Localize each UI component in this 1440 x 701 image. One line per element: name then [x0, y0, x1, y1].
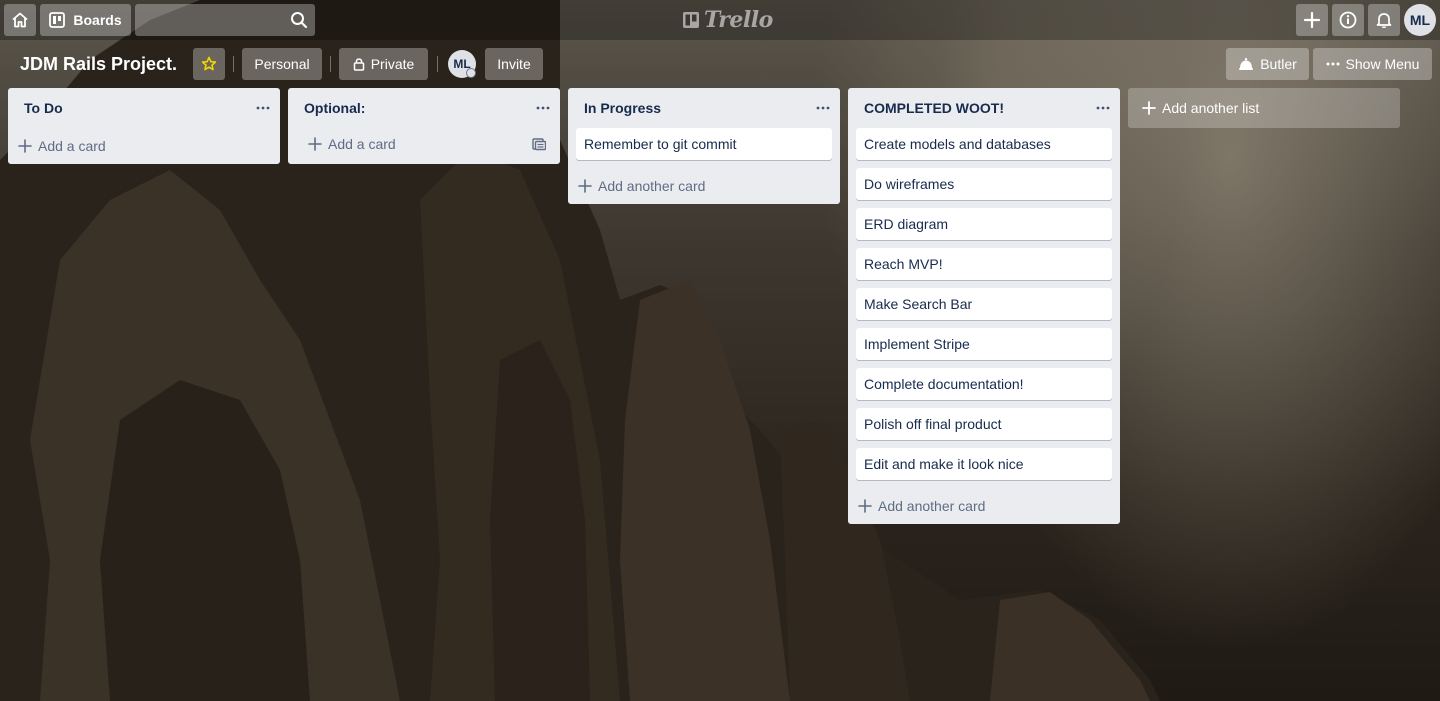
header-divider: [233, 56, 234, 72]
header-divider: [437, 56, 438, 72]
team-button[interactable]: Personal: [242, 48, 322, 80]
search-input[interactable]: [135, 4, 315, 36]
list-header: In Progress: [568, 88, 840, 126]
more-icon[interactable]: [256, 106, 270, 110]
logo-text: Trello: [704, 7, 773, 33]
add-card-button[interactable]: Add another card: [578, 176, 705, 196]
more-icon[interactable]: [816, 106, 830, 110]
top-navbar: Boards Trello ML: [0, 0, 1440, 40]
template-icon[interactable]: [532, 137, 546, 151]
plus-icon: [308, 137, 322, 151]
list-optional: Optional: Add a card: [288, 88, 560, 164]
more-icon[interactable]: [536, 106, 550, 110]
add-card-label: Add another card: [598, 178, 706, 194]
boards-icon: [49, 12, 66, 28]
info-icon: [1339, 11, 1357, 29]
card[interactable]: Make Search Bar: [856, 288, 1112, 320]
add-list-label: Add another list: [1162, 100, 1260, 116]
butler-button[interactable]: Butler: [1226, 48, 1309, 80]
add-card-label: Add a card: [328, 136, 396, 152]
list-title[interactable]: To Do: [24, 100, 63, 116]
show-menu-label: Show Menu: [1345, 56, 1420, 72]
card[interactable]: Remember to git commit: [576, 128, 832, 160]
plus-icon: [858, 499, 872, 513]
card[interactable]: Implement Stripe: [856, 328, 1112, 360]
team-label: Personal: [254, 56, 310, 72]
create-button[interactable]: [1296, 4, 1328, 36]
list-title[interactable]: Optional:: [304, 100, 365, 116]
add-card-label: Add a card: [38, 138, 106, 154]
card[interactable]: Create models and databases: [856, 128, 1112, 160]
list-header: To Do: [8, 88, 280, 126]
plus-icon: [1142, 101, 1156, 115]
more-icon[interactable]: [1096, 106, 1110, 110]
invite-label: Invite: [497, 56, 531, 72]
show-menu-button[interactable]: Show Menu: [1313, 48, 1432, 80]
card[interactable]: Complete documentation!: [856, 368, 1112, 400]
list-completed: COMPLETED WOOT! Create models and databa…: [848, 88, 1120, 524]
plus-icon: [1303, 11, 1321, 29]
notifications-button[interactable]: [1368, 4, 1400, 36]
list-header: COMPLETED WOOT!: [848, 88, 1120, 126]
star-icon: [201, 56, 217, 71]
list-title[interactable]: In Progress: [584, 100, 661, 116]
plus-icon: [578, 179, 592, 193]
card[interactable]: Polish off final product: [856, 408, 1112, 440]
card[interactable]: ERD diagram: [856, 208, 1112, 240]
user-avatar[interactable]: ML: [1404, 4, 1436, 36]
visibility-button[interactable]: Private: [339, 48, 428, 80]
trello-logo-icon: [683, 12, 699, 28]
add-card-button[interactable]: Add a card: [18, 136, 106, 156]
list-in-progress: In Progress Remember to git commit Add a…: [568, 88, 840, 204]
bell-icon: [1376, 13, 1392, 28]
list-title[interactable]: COMPLETED WOOT!: [864, 100, 1004, 116]
add-card-label: Add another card: [878, 498, 986, 514]
add-card-button[interactable]: Add another card: [858, 496, 985, 516]
trello-logo[interactable]: Trello: [682, 7, 773, 33]
add-list-button[interactable]: Add another list: [1128, 88, 1400, 128]
lock-icon: [353, 58, 364, 71]
butler-icon: [1239, 58, 1254, 70]
plus-icon: [18, 139, 32, 153]
admin-badge-icon: [466, 68, 476, 78]
boards-label: Boards: [73, 12, 122, 28]
info-button[interactable]: [1332, 4, 1364, 36]
card[interactable]: Edit and make it look nice: [856, 448, 1112, 480]
invite-button[interactable]: Invite: [485, 48, 543, 80]
header-divider: [330, 56, 331, 72]
butler-label: Butler: [1260, 56, 1297, 72]
more-icon: [1326, 62, 1340, 66]
boards-button[interactable]: Boards: [40, 4, 131, 36]
card[interactable]: Do wireframes: [856, 168, 1112, 200]
home-icon: [12, 12, 28, 28]
star-button[interactable]: [193, 48, 225, 80]
add-card-button[interactable]: Add a card: [308, 134, 396, 154]
search-icon[interactable]: [290, 11, 308, 29]
card[interactable]: Reach MVP!: [856, 248, 1112, 280]
list-to-do: To Do Add a card: [8, 88, 280, 164]
list-header: Optional:: [288, 88, 560, 126]
home-button[interactable]: [4, 4, 36, 36]
visibility-label: Private: [370, 56, 415, 72]
board-title[interactable]: JDM Rails Project.: [12, 48, 185, 80]
